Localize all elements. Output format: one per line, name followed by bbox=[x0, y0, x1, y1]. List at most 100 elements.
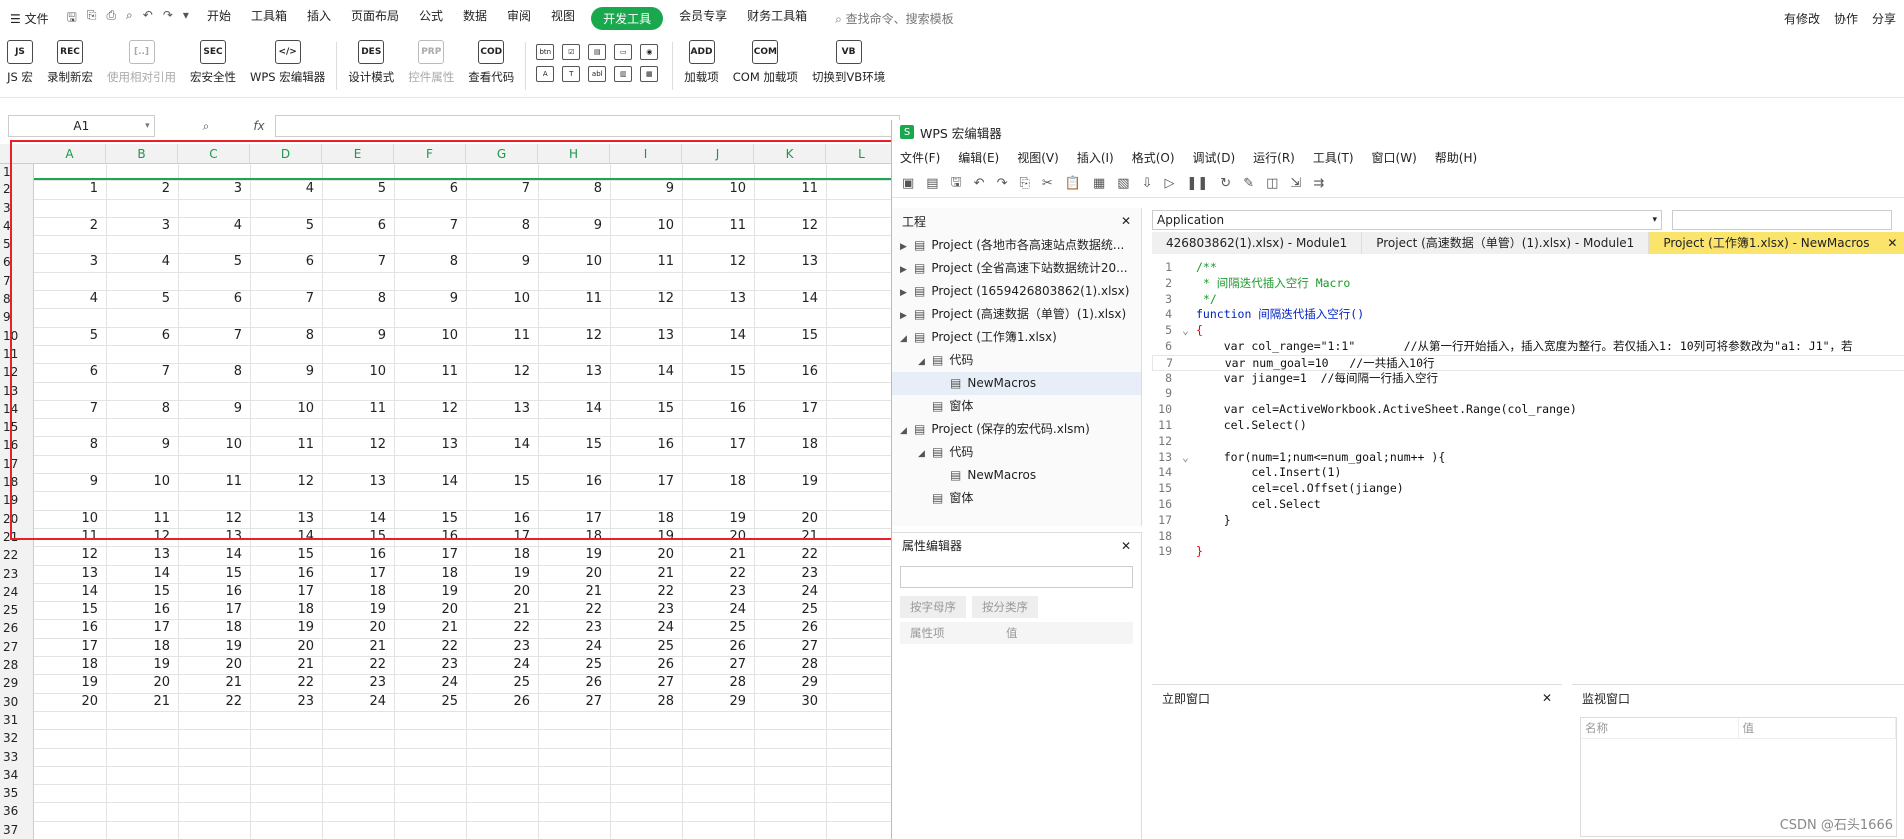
cell[interactable]: 27 bbox=[682, 656, 754, 674]
cell[interactable]: 21 bbox=[178, 674, 250, 692]
cell[interactable]: 16 bbox=[34, 619, 106, 637]
cell[interactable]: 19 bbox=[106, 656, 178, 674]
cell[interactable]: 13 bbox=[34, 565, 106, 583]
tab-视图[interactable]: 视图 bbox=[541, 7, 585, 30]
cell[interactable]: 30 bbox=[754, 693, 826, 711]
cell[interactable]: 20 bbox=[682, 528, 754, 546]
column-header-C[interactable]: C bbox=[178, 144, 250, 164]
object-select[interactable]: Application ▾ bbox=[1152, 210, 1662, 230]
fold-icon[interactable] bbox=[1182, 544, 1196, 560]
cell[interactable]: 7 bbox=[394, 217, 466, 235]
tree-node[interactable]: ◢ ▤ Project (工作簿1.xlsx) bbox=[892, 326, 1141, 349]
cell[interactable]: 8 bbox=[322, 290, 394, 308]
column-header-G[interactable]: G bbox=[466, 144, 538, 164]
cell[interactable]: 14 bbox=[106, 565, 178, 583]
cell[interactable]: 15 bbox=[250, 546, 322, 564]
cell[interactable]: 25 bbox=[466, 674, 538, 692]
cell[interactable]: 15 bbox=[754, 327, 826, 345]
row-header-9[interactable]: 9 bbox=[0, 308, 34, 326]
cell[interactable]: 22 bbox=[682, 565, 754, 583]
cell[interactable]: 15 bbox=[610, 400, 682, 418]
cell[interactable]: 9 bbox=[394, 290, 466, 308]
tree-node[interactable]: ◢ ▤ Project (保存的宏代码.xlsm) bbox=[892, 418, 1141, 441]
cell[interactable]: 8 bbox=[34, 436, 106, 454]
cell[interactable]: 11 bbox=[322, 400, 394, 418]
cell[interactable]: 7 bbox=[250, 290, 322, 308]
cell[interactable]: 8 bbox=[466, 217, 538, 235]
cell[interactable]: 5 bbox=[322, 180, 394, 198]
tab-公式[interactable]: 公式 bbox=[409, 7, 453, 30]
ribbon-button-加载项[interactable]: ADD 加载项 bbox=[677, 36, 726, 89]
cell[interactable]: 25 bbox=[754, 601, 826, 619]
cell[interactable]: 13 bbox=[754, 253, 826, 271]
row-header-6[interactable]: 6 bbox=[0, 253, 34, 271]
cell[interactable]: 9 bbox=[106, 436, 178, 454]
cell[interactable]: 10 bbox=[682, 180, 754, 198]
cell[interactable]: 14 bbox=[178, 546, 250, 564]
cell[interactable]: 8 bbox=[106, 400, 178, 418]
cell[interactable]: 13 bbox=[466, 400, 538, 418]
cell[interactable]: 6 bbox=[394, 180, 466, 198]
cell[interactable]: 13 bbox=[538, 363, 610, 381]
fold-icon[interactable] bbox=[1182, 529, 1196, 545]
row-header-36[interactable]: 36 bbox=[0, 802, 34, 820]
cell[interactable]: 12 bbox=[34, 546, 106, 564]
cell[interactable]: 12 bbox=[106, 528, 178, 546]
cell[interactable]: 11 bbox=[538, 290, 610, 308]
cut-icon[interactable]: ✂ bbox=[1042, 176, 1053, 191]
cell[interactable]: 20 bbox=[322, 619, 394, 637]
cell[interactable]: 13 bbox=[682, 290, 754, 308]
cell[interactable]: 17 bbox=[250, 583, 322, 601]
cell[interactable]: 17 bbox=[466, 528, 538, 546]
cell[interactable]: 2 bbox=[34, 217, 106, 235]
cell[interactable]: 24 bbox=[466, 656, 538, 674]
editor-menu-文件(F)[interactable]: 文件(F) bbox=[900, 149, 940, 166]
cell[interactable]: 25 bbox=[682, 619, 754, 637]
cell[interactable]: 18 bbox=[754, 436, 826, 454]
cell[interactable]: 20 bbox=[466, 583, 538, 601]
selected-row-1[interactable] bbox=[34, 164, 900, 181]
cell[interactable]: 24 bbox=[322, 693, 394, 711]
editor-menu-格式(O)[interactable]: 格式(O) bbox=[1132, 149, 1175, 166]
tree-node[interactable]: ▶ ▤ Project (1659426803862(1).xlsx) bbox=[892, 280, 1141, 303]
cell[interactable]: 2 bbox=[106, 180, 178, 198]
cell[interactable]: 10 bbox=[106, 473, 178, 491]
cell[interactable]: 13 bbox=[250, 510, 322, 528]
editor-menu-工具(T)[interactable]: 工具(T) bbox=[1313, 149, 1354, 166]
cell[interactable]: 14 bbox=[34, 583, 106, 601]
expand-arrow-icon[interactable]: ▶ bbox=[900, 282, 914, 303]
cell[interactable]: 18 bbox=[322, 583, 394, 601]
cell[interactable]: 11 bbox=[610, 253, 682, 271]
cell[interactable]: 3 bbox=[106, 217, 178, 235]
fold-icon[interactable] bbox=[1182, 276, 1196, 292]
cell[interactable]: 20 bbox=[610, 546, 682, 564]
fold-icon[interactable] bbox=[1182, 260, 1196, 276]
design-icon[interactable]: ✎ bbox=[1243, 176, 1254, 191]
cell[interactable]: 16 bbox=[610, 436, 682, 454]
redo-icon[interactable]: ↷ bbox=[163, 8, 173, 29]
row-header-1[interactable]: 1 bbox=[0, 164, 34, 180]
undo-icon[interactable]: ↶ bbox=[143, 8, 153, 29]
cell[interactable]: 16 bbox=[682, 400, 754, 418]
cell[interactable]: 15 bbox=[322, 528, 394, 546]
cell[interactable]: 16 bbox=[322, 546, 394, 564]
cell[interactable]: 17 bbox=[682, 436, 754, 454]
cell[interactable]: 18 bbox=[394, 565, 466, 583]
cell[interactable]: 27 bbox=[538, 693, 610, 711]
step-over-icon[interactable]: ⇉ bbox=[1313, 176, 1324, 191]
editor-menu-调试(D)[interactable]: 调试(D) bbox=[1193, 149, 1236, 166]
import-icon[interactable]: ⇩ bbox=[1142, 176, 1153, 191]
cell[interactable]: 26 bbox=[538, 674, 610, 692]
fold-icon[interactable] bbox=[1182, 434, 1196, 450]
cell[interactable]: 4 bbox=[34, 290, 106, 308]
more-icon[interactable]: ▾ bbox=[183, 8, 189, 29]
property-object-select[interactable] bbox=[900, 566, 1133, 588]
row-header-7[interactable]: 7 bbox=[0, 272, 34, 290]
cell[interactable]: 6 bbox=[250, 253, 322, 271]
cell[interactable]: 23 bbox=[538, 619, 610, 637]
tab-数据[interactable]: 数据 bbox=[453, 7, 497, 30]
cell[interactable]: 16 bbox=[538, 473, 610, 491]
cell[interactable]: 28 bbox=[610, 693, 682, 711]
preview-icon[interactable]: ⌕ bbox=[126, 8, 133, 29]
cell[interactable]: 25 bbox=[538, 656, 610, 674]
